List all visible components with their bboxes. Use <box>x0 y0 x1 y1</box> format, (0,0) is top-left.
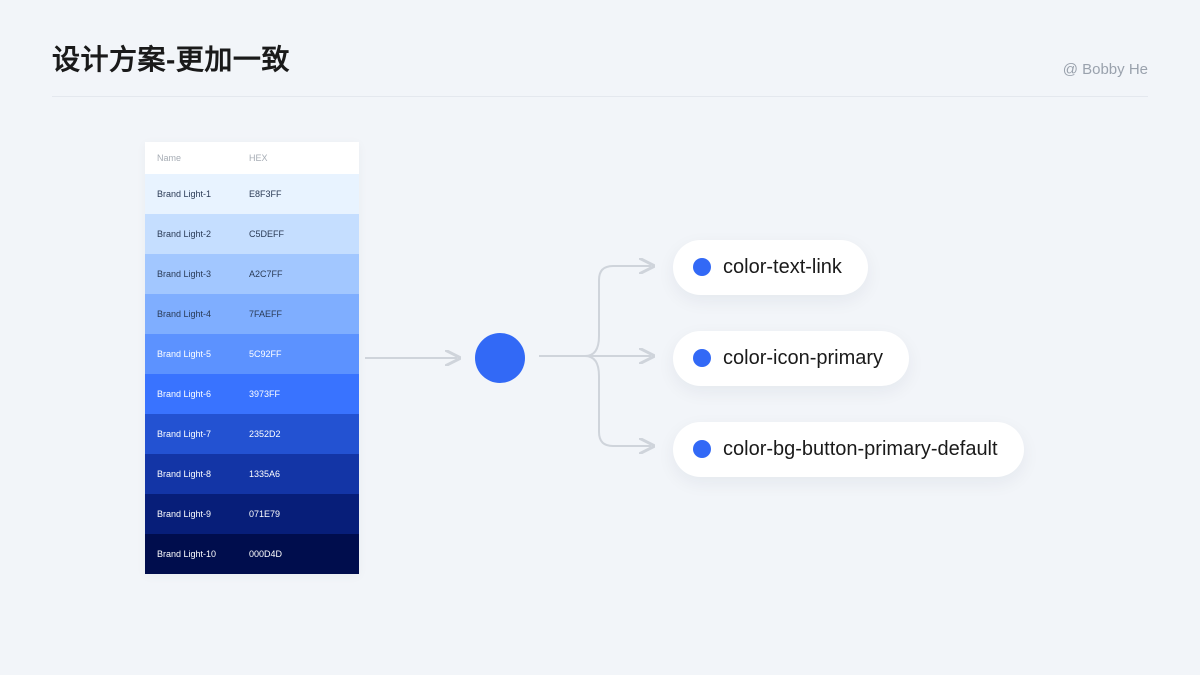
token-pill: color-bg-button-primary-default <box>673 422 1024 477</box>
token-pill: color-icon-primary <box>673 331 909 386</box>
palette-row: Brand Light-3A2C7FF <box>145 254 359 294</box>
palette-row-hex: A2C7FF <box>249 269 283 279</box>
palette-row-hex: 5C92FF <box>249 349 282 359</box>
palette-row-name: Brand Light-6 <box>157 389 249 399</box>
token-label: color-text-link <box>723 256 842 279</box>
palette-row-hex: 071E79 <box>249 509 280 519</box>
palette-row-name: Brand Light-9 <box>157 509 249 519</box>
palette-row: Brand Light-63973FF <box>145 374 359 414</box>
palette-row-name: Brand Light-5 <box>157 349 249 359</box>
primary-color-swatch <box>475 333 525 383</box>
author-credit: @ Bobby He <box>1063 61 1148 78</box>
palette-row-hex: 1335A6 <box>249 469 280 479</box>
palette-row-name: Brand Light-1 <box>157 189 249 199</box>
palette-header-name: Name <box>157 153 249 163</box>
token-color-dot <box>693 349 711 367</box>
palette-row-name: Brand Light-2 <box>157 229 249 239</box>
color-palette-table: Name HEX Brand Light-1E8F3FFBrand Light-… <box>145 142 359 574</box>
palette-header-hex: HEX <box>249 153 268 163</box>
palette-row: Brand Light-81335A6 <box>145 454 359 494</box>
arrow-palette-to-swatch <box>365 348 465 368</box>
palette-row: Brand Light-47FAEFF <box>145 294 359 334</box>
page-title: 设计方案-更加一致 <box>52 38 290 78</box>
arrow-fanout <box>539 236 659 481</box>
palette-row-hex: 7FAEFF <box>249 309 282 319</box>
palette-row-hex: 000D4D <box>249 549 282 559</box>
palette-row-hex: E8F3FF <box>249 189 282 199</box>
token-list: color-text-link color-icon-primary color-b… <box>673 240 1024 477</box>
palette-row: Brand Light-1E8F3FF <box>145 174 359 214</box>
palette-header-row: Name HEX <box>145 142 359 174</box>
token-label: color-bg-button-primary-default <box>723 438 998 461</box>
token-label: color-icon-primary <box>723 347 883 370</box>
palette-row-hex: 2352D2 <box>249 429 281 439</box>
palette-row-name: Brand Light-4 <box>157 309 249 319</box>
header-divider <box>52 96 1148 97</box>
palette-row-name: Brand Light-10 <box>157 549 249 559</box>
palette-row-name: Brand Light-8 <box>157 469 249 479</box>
palette-row: Brand Light-72352D2 <box>145 414 359 454</box>
token-color-dot <box>693 440 711 458</box>
palette-row-hex: C5DEFF <box>249 229 284 239</box>
palette-row-name: Brand Light-7 <box>157 429 249 439</box>
palette-row: Brand Light-9071E79 <box>145 494 359 534</box>
palette-row: Brand Light-10000D4D <box>145 534 359 574</box>
palette-row: Brand Light-2C5DEFF <box>145 214 359 254</box>
palette-row-hex: 3973FF <box>249 389 280 399</box>
palette-row-name: Brand Light-3 <box>157 269 249 279</box>
token-color-dot <box>693 258 711 276</box>
token-pill: color-text-link <box>673 240 868 295</box>
palette-row: Brand Light-55C92FF <box>145 334 359 374</box>
